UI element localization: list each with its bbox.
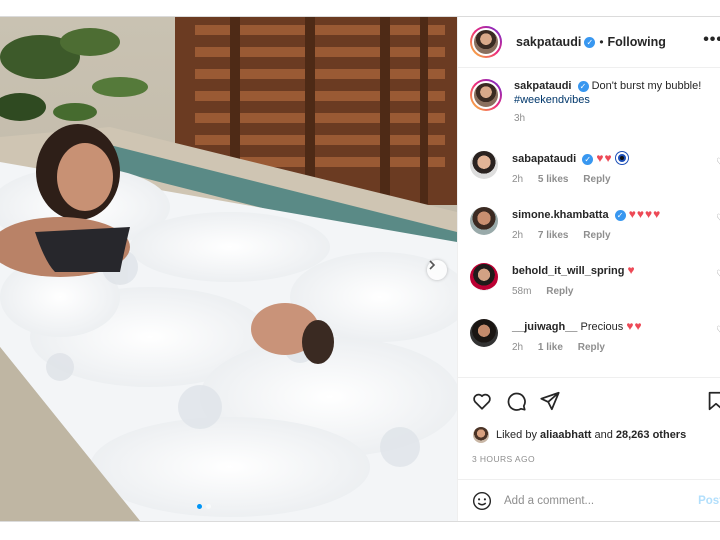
- verified-badge-icon: ✓: [614, 209, 626, 221]
- avatar[interactable]: [473, 427, 489, 443]
- liked-by-summary: Liked by aliaabhatt and 28,263 others: [473, 427, 686, 443]
- post-photo[interactable]: [0, 17, 457, 521]
- carousel-dot: [206, 504, 211, 509]
- hashtag-link[interactable]: #weekendvibes: [514, 94, 590, 106]
- comment-text: Precious: [580, 321, 624, 333]
- comment-username[interactable]: simone.khambatta: [512, 209, 609, 221]
- heart-emoji: ♥♥♥♥: [628, 207, 662, 221]
- reply-button[interactable]: Reply: [546, 286, 573, 297]
- avatar[interactable]: [470, 79, 502, 111]
- like-comment-heart-icon[interactable]: ♡: [716, 325, 720, 336]
- caption-row: sakpataudi ✓ Don't burst my bubble! #wee…: [470, 79, 701, 124]
- author-username[interactable]: sakpataudi: [516, 35, 581, 49]
- bubble-bath-photo: [0, 17, 457, 521]
- heart-emoji: ♥♥: [626, 319, 643, 333]
- comment-username[interactable]: __juiwagh__: [512, 321, 577, 333]
- like-comment-heart-icon[interactable]: ♡: [716, 213, 720, 224]
- comment-age: 2h: [512, 230, 524, 241]
- post-comment-button[interactable]: Post: [698, 495, 720, 507]
- avatar[interactable]: [470, 263, 498, 291]
- next-photo-button[interactable]: [427, 260, 447, 280]
- comment-row: __juiwagh__ Precious ♥♥ 2h 1 like Reply …: [470, 319, 720, 353]
- liked-by-count[interactable]: 28,263 others: [616, 429, 686, 441]
- verified-badge-icon: ✓: [582, 153, 594, 165]
- comments-list: sakpataudi ✓ Don't burst my bubble! #wee…: [458, 69, 720, 377]
- heart-emoji: ♥: [627, 263, 636, 277]
- caption-age: 3h: [514, 113, 526, 124]
- liked-by-and: and: [594, 429, 613, 441]
- post-details-panel: sakpataudi ✓ • Following ••• sakpataudi …: [457, 17, 720, 521]
- comment-likes[interactable]: 5 likes: [538, 174, 569, 185]
- heart-emoji: ♥♥: [596, 151, 613, 165]
- avatar[interactable]: [470, 319, 498, 347]
- reply-button[interactable]: Reply: [583, 174, 610, 185]
- following-button[interactable]: Following: [608, 35, 666, 49]
- comment-age: 2h: [512, 174, 524, 185]
- post-modal: sakpataudi ✓ • Following ••• sakpataudi …: [0, 16, 720, 522]
- comment-composer: Add a comment... Post: [458, 479, 720, 521]
- caption-text: Don't burst my bubble!: [591, 80, 702, 92]
- caption-username[interactable]: sakpataudi: [514, 80, 571, 92]
- share-paper-plane-icon[interactable]: [539, 390, 561, 412]
- liked-by-user[interactable]: aliaabhatt: [540, 429, 591, 441]
- post-header: sakpataudi ✓ • Following •••: [458, 17, 720, 68]
- header-separator: •: [599, 35, 604, 49]
- nazar-amulet-icon: [615, 152, 628, 164]
- liked-by-prefix: Liked by: [496, 429, 537, 441]
- comment-row: simone.khambatta ✓ ♥♥♥♥ 2h 7 likes Reply…: [470, 207, 720, 241]
- comment-row: sabapataudi ✓ ♥♥ 2h 5 likes Reply ♡: [470, 151, 720, 185]
- carousel-dot-active: [197, 504, 202, 509]
- avatar[interactable]: [470, 26, 502, 58]
- add-comment-input[interactable]: Add a comment...: [504, 495, 594, 507]
- emoji-smiley-icon[interactable]: [472, 491, 492, 511]
- comment-username[interactable]: sabapataudi: [512, 153, 576, 165]
- avatar[interactable]: [470, 207, 498, 235]
- like-comment-heart-icon[interactable]: ♡: [716, 269, 720, 280]
- comment-age: 2h: [512, 342, 524, 353]
- reply-button[interactable]: Reply: [583, 230, 610, 241]
- comment-age: 58m: [512, 286, 532, 297]
- verified-badge-icon: ✓: [584, 36, 596, 48]
- comment-row: behold_it_will_spring ♥ 58m Reply ♡: [470, 263, 720, 297]
- comment-bubble-icon[interactable]: [505, 390, 527, 412]
- reply-button[interactable]: Reply: [578, 342, 605, 353]
- bookmark-icon[interactable]: [705, 390, 720, 412]
- comment-likes[interactable]: 1 like: [538, 342, 563, 353]
- verified-badge-icon: ✓: [577, 80, 589, 92]
- chevron-right-icon: [429, 260, 436, 270]
- comment-likes[interactable]: 7 likes: [538, 230, 569, 241]
- comment-username[interactable]: behold_it_will_spring: [512, 265, 624, 277]
- avatar[interactable]: [470, 151, 498, 179]
- like-comment-heart-icon[interactable]: ♡: [716, 157, 720, 168]
- like-heart-icon[interactable]: [471, 390, 493, 412]
- carousel-indicator: [197, 504, 211, 509]
- more-dots-icon[interactable]: •••: [703, 31, 720, 49]
- post-timestamp: 3 HOURS AGO: [472, 454, 535, 464]
